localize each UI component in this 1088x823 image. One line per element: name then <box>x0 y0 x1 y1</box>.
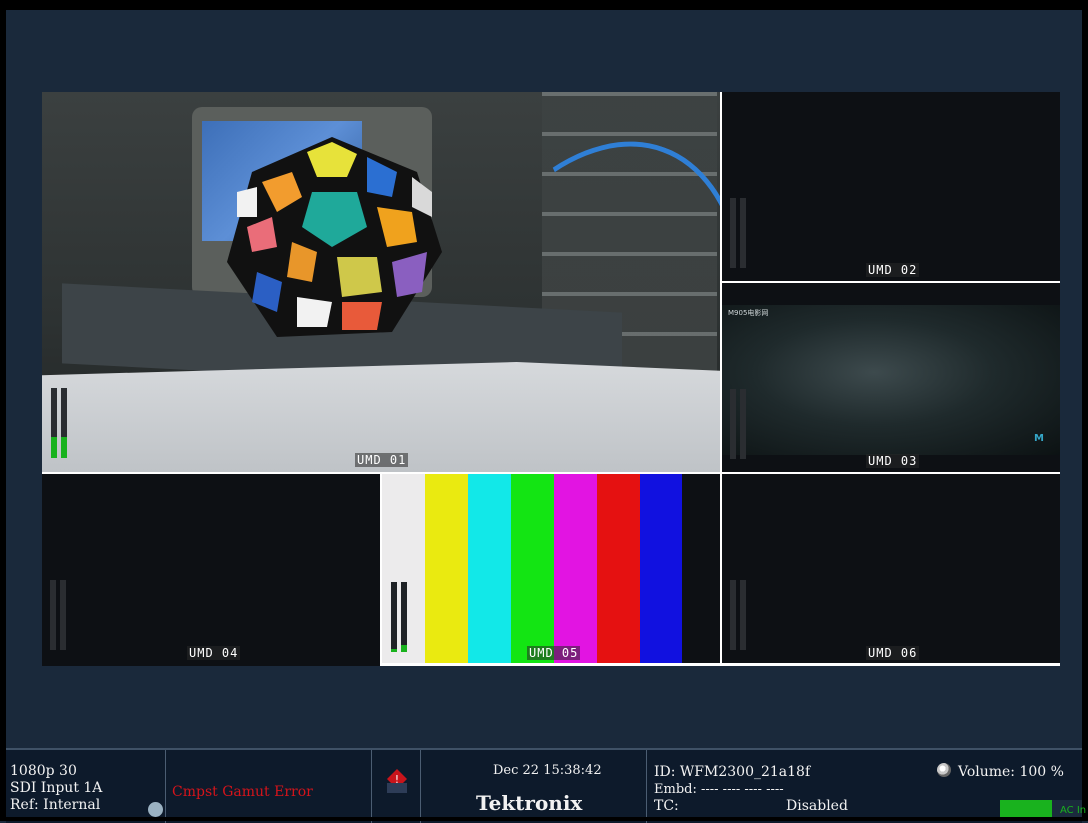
audio-meter-left <box>51 388 57 458</box>
video-format: 1080p 30 <box>10 763 77 779</box>
audio-meter-right <box>60 580 66 650</box>
tile-1[interactable]: UMD 01 <box>42 92 720 472</box>
input-source: SDI Input 1A <box>10 780 103 796</box>
instrument-id: ID: WFM2300_21a18f <box>654 764 811 780</box>
audio-meter-right <box>740 389 746 459</box>
input-status-cell: 1080p 30 SDI Input 1A Ref: Internal <box>6 750 166 823</box>
audio-meter-right <box>401 582 407 652</box>
color-bar <box>511 474 554 663</box>
alarm-cell: Cmpst Gamut Error <box>166 750 372 823</box>
audio-meter-left <box>50 580 56 650</box>
umd-label: UMD 01 <box>355 453 409 467</box>
tile-3[interactable]: M905电影网 M UMD 03 <box>722 283 1060 472</box>
audio-meter-left <box>730 389 736 459</box>
audio-meter-left <box>730 580 736 650</box>
tektronix-logo: Tektronix <box>476 791 583 815</box>
umd-label: UMD 02 <box>866 263 920 277</box>
bezel-left <box>0 0 6 821</box>
status-indicator-icon <box>148 802 163 817</box>
logo-icon: M <box>1034 433 1044 444</box>
tile-6[interactable]: UMD 06 <box>722 474 1060 663</box>
waveform-monitor-screen: UMD 01 UMD 02 M905电影网 M UMD 03 UMD 04 UM… <box>0 0 1088 823</box>
color-bar <box>554 474 597 663</box>
speaker-icon <box>937 763 951 777</box>
bezel-top <box>0 0 1088 10</box>
multiviewer-grid: UMD 01 UMD 02 M905电影网 M UMD 03 UMD 04 UM… <box>42 92 1060 666</box>
tile-5[interactable]: UMD 05 <box>382 474 720 663</box>
audio-meter-right <box>740 198 746 268</box>
date-time: Dec 22 15:38:42 <box>493 763 602 778</box>
timecode-value: Disabled <box>786 798 848 814</box>
timecode-label: TC: <box>654 798 679 814</box>
reference-source: Ref: Internal <box>10 797 101 813</box>
color-bar <box>682 474 720 663</box>
umd-label: UMD 04 <box>187 646 241 660</box>
umd-label: UMD 05 <box>527 646 581 660</box>
audio-meter-left <box>730 198 736 268</box>
color-bar <box>597 474 640 663</box>
volume-level: Volume: 100 % <box>958 764 1064 780</box>
color-bar <box>640 474 682 663</box>
audio-meter-left <box>391 582 397 652</box>
audio-meter-right <box>740 580 746 650</box>
bezel-bottom <box>0 817 1088 821</box>
status-bar: 1080p 30 SDI Input 1A Ref: Internal Cmps… <box>6 748 1086 823</box>
audio-meter-right <box>61 388 67 458</box>
tile-2[interactable]: UMD 02 <box>722 92 1060 281</box>
umd-label: UMD 06 <box>866 646 920 660</box>
color-bars <box>382 474 720 663</box>
tile-4[interactable]: UMD 04 <box>42 474 380 666</box>
brand-cell: Dec 22 15:38:42 Tektronix <box>421 750 647 823</box>
warning-icon-cell[interactable]: ! <box>372 750 421 823</box>
color-bar <box>468 474 511 663</box>
color-bar <box>425 474 468 663</box>
embedded-audio: Embd: ---- ---- ---- ---- <box>654 782 784 797</box>
bezel-right <box>1082 0 1088 821</box>
instrument-info-cell: ID: WFM2300_21a18f Embd: ---- ---- ---- … <box>647 750 1086 823</box>
warning-icon: ! <box>387 769 407 793</box>
night-scene-image <box>722 305 1060 455</box>
channel-watermark: M905电影网 <box>728 309 769 317</box>
umd-label: UMD 03 <box>866 454 920 468</box>
megaminx-cube <box>227 137 442 337</box>
alarm-message: Cmpst Gamut Error <box>172 784 313 800</box>
